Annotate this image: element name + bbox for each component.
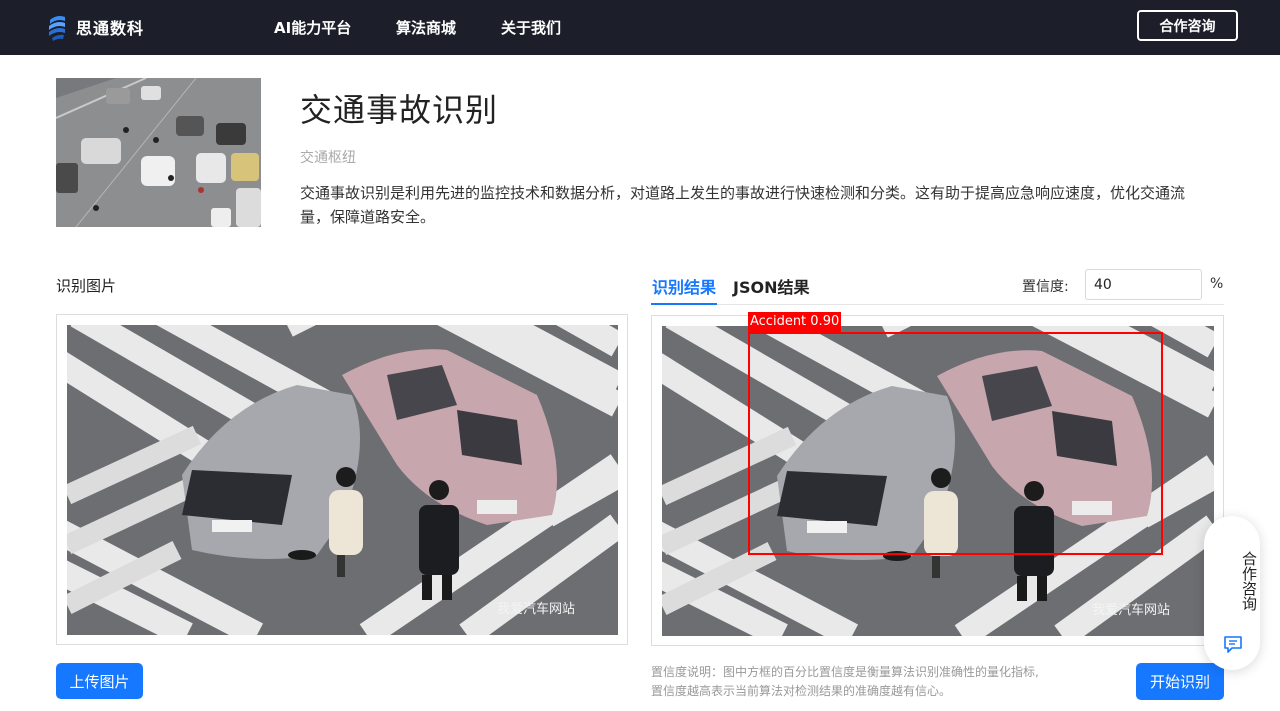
chat-icon: [1223, 634, 1243, 654]
nav-ai-platform[interactable]: AI能力平台: [274, 17, 351, 38]
brand-name: 思通数科: [76, 19, 145, 38]
confidence-note-line-1: 置信度说明：图中方框的百分比置信度是衡量算法识别准确性的量化指标,: [651, 665, 1039, 679]
result-image-frame: 我爱汽车网站 Accident 0.90: [635, 254, 1224, 648]
hero-thumbnail: [56, 78, 261, 227]
input-image: 我爱汽车网站: [40, 253, 626, 647]
detection-label: Accident 0.90: [748, 312, 842, 332]
upload-image-button[interactable]: 上传图片: [56, 663, 143, 699]
nav-algorithm-store[interactable]: 算法商城: [396, 17, 456, 38]
category-tag: 交通枢纽: [300, 150, 356, 166]
top-nav: 思通数科 AI能力平台 算法商城 关于我们 合作咨询: [0, 0, 1280, 55]
watermark-text: 我爱汽车网站: [1092, 602, 1170, 618]
confidence-label: 置信度:: [1022, 279, 1069, 295]
confidence-note-line-2: 置信度越高表示当前算法对检测结果的准确度越有信心。: [651, 684, 952, 698]
tab-divider: [651, 304, 1224, 305]
input-image-label: 识别图片: [56, 277, 117, 295]
nav-about-us[interactable]: 关于我们: [501, 17, 561, 38]
brand-logo[interactable]: 思通数科: [46, 11, 144, 43]
confidence-unit: %: [1210, 276, 1224, 292]
start-recognition-button[interactable]: 开始识别: [1136, 663, 1224, 700]
page-title: 交通事故识别: [300, 91, 499, 129]
algorithm-description: 交通事故识别是利用先进的监控技术和数据分析，对道路上发生的事故进行快速检测和分类…: [300, 184, 1186, 226]
floating-consult-button[interactable]: 合作咨询: [1204, 516, 1260, 670]
tab-recognition-result[interactable]: 识别结果: [652, 274, 716, 298]
floating-consult-label: 合作咨询: [1240, 551, 1258, 611]
confidence-note: 置信度说明：图中方框的百分比置信度是衡量算法识别准确性的量化指标, 置信度越高表…: [651, 663, 1039, 701]
active-tab-indicator: [651, 303, 717, 305]
logo-icon: [46, 12, 68, 42]
tab-json-result[interactable]: JSON结果: [733, 274, 809, 298]
input-image-frame: 我爱汽车网站: [40, 253, 628, 647]
detection-box: [748, 332, 1163, 555]
watermark-text: 我爱汽车网站: [497, 601, 575, 617]
consult-button[interactable]: 合作咨询: [1137, 10, 1238, 41]
confidence-input[interactable]: [1085, 269, 1202, 300]
